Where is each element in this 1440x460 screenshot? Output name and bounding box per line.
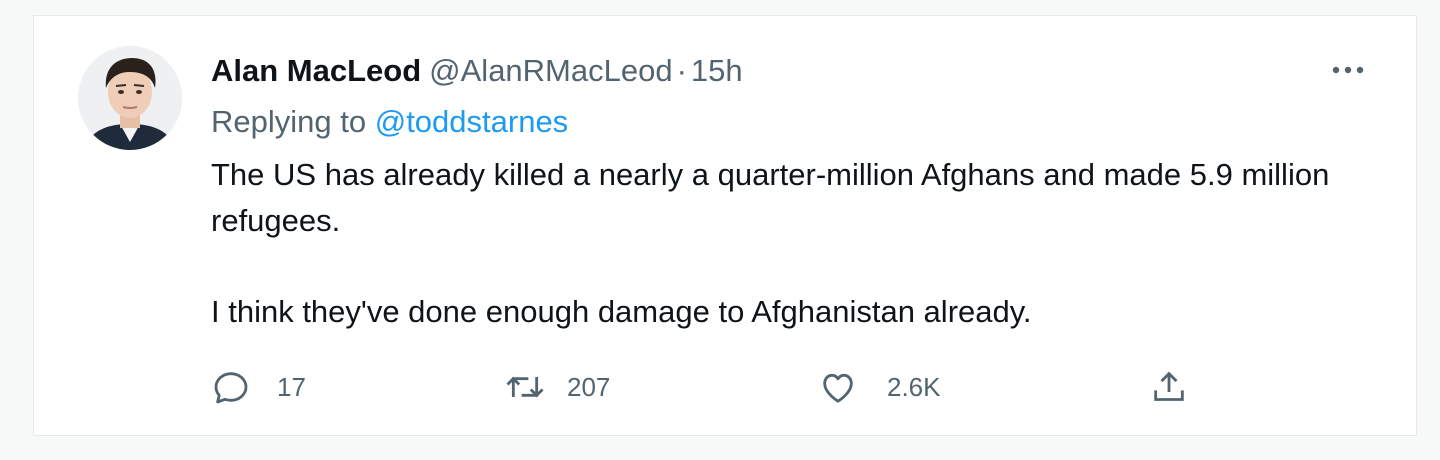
share-icon: [1149, 367, 1189, 407]
reply-count: 17: [277, 371, 306, 402]
like-heart-icon: [817, 367, 859, 407]
tweet-timestamp[interactable]: 15h: [691, 53, 743, 88]
replying-handle-link[interactable]: @toddstarnes: [375, 104, 568, 139]
avatar[interactable]: [78, 46, 182, 150]
like-count: 2.6K: [887, 371, 941, 402]
retweet-icon: [503, 367, 547, 407]
replying-label: Replying to: [211, 104, 367, 139]
reply-button[interactable]: 17: [211, 365, 306, 409]
retweet-button[interactable]: 207: [503, 365, 610, 409]
retweet-count: 207: [567, 371, 611, 402]
share-button[interactable]: [1149, 365, 1189, 409]
tweet-text-paragraph: I think they've done enough damage to Af…: [211, 294, 1032, 329]
tweet-header: Alan MacLeod @AlanRMacLeod · 15h: [211, 51, 743, 91]
more-options-button[interactable]: [1324, 52, 1372, 88]
tweet-text: The US has already killed a nearly a qua…: [211, 152, 1381, 335]
more-horizontal-icon: [1332, 66, 1364, 74]
author-handle[interactable]: @AlanRMacLeod: [429, 53, 672, 88]
like-button[interactable]: 2.6K: [817, 365, 941, 409]
tweet-text-paragraph: The US has already killed a nearly a qua…: [211, 157, 1330, 238]
separator-dot: ·: [676, 53, 687, 88]
replying-to: Replying to @toddstarnes: [211, 102, 568, 142]
reply-icon: [211, 367, 251, 407]
author-name[interactable]: Alan MacLeod: [211, 53, 421, 88]
tweet-actions: 17 207 2.6K: [211, 365, 1211, 409]
avatar-image: [78, 46, 182, 150]
tweet-card[interactable]: Alan MacLeod @AlanRMacLeod · 15h Replying t…: [33, 15, 1417, 436]
